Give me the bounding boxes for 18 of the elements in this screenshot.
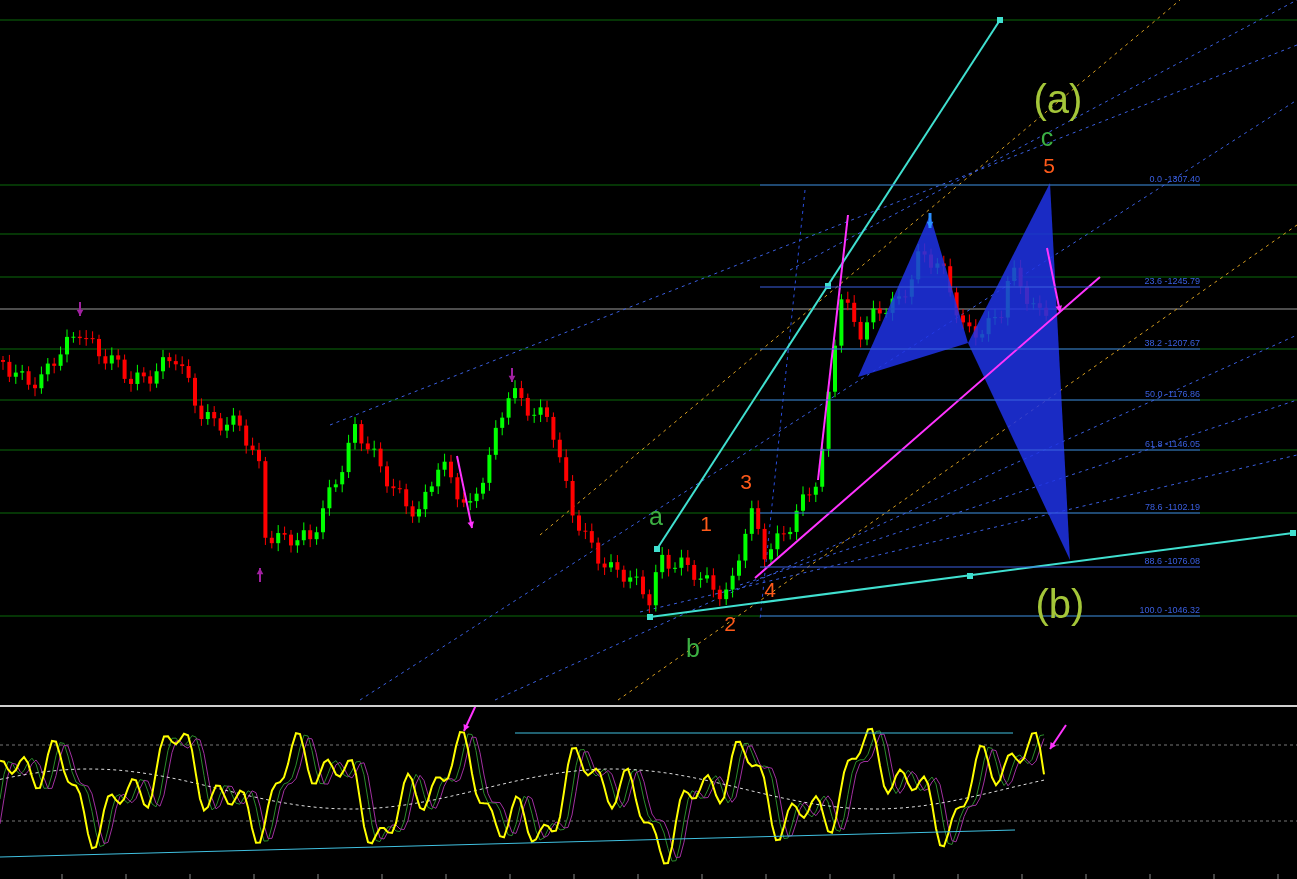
wave-label: (a)	[1033, 77, 1083, 121]
fib-level-label: 100.0 -1046.32	[1139, 605, 1200, 615]
fib-level-label: 38.2 -1207.67	[1144, 338, 1200, 348]
wave-label: 3	[740, 470, 752, 493]
fib-level-label: 23.6 -1245.79	[1144, 276, 1200, 286]
fib-level-label: 0.0 -1307.40	[1149, 174, 1200, 184]
wave-label: 4	[764, 578, 776, 601]
fib-level-label: 88.6 -1076.08	[1144, 556, 1200, 566]
wave-label: b	[686, 634, 700, 662]
wave-label: 1	[700, 512, 712, 535]
wave-label: a	[649, 502, 663, 530]
wave-label: c	[1040, 123, 1054, 151]
wave-label: (b)	[1035, 582, 1085, 626]
wave-label: 5	[1043, 154, 1055, 177]
fib-level-label: 50.0 -1176.86	[1145, 389, 1200, 399]
fib-level-label: 61.8 -1146.05	[1145, 439, 1200, 449]
fib-level-label: 78.6 -1102.19	[1145, 502, 1200, 512]
wave-label: 2	[724, 612, 736, 635]
